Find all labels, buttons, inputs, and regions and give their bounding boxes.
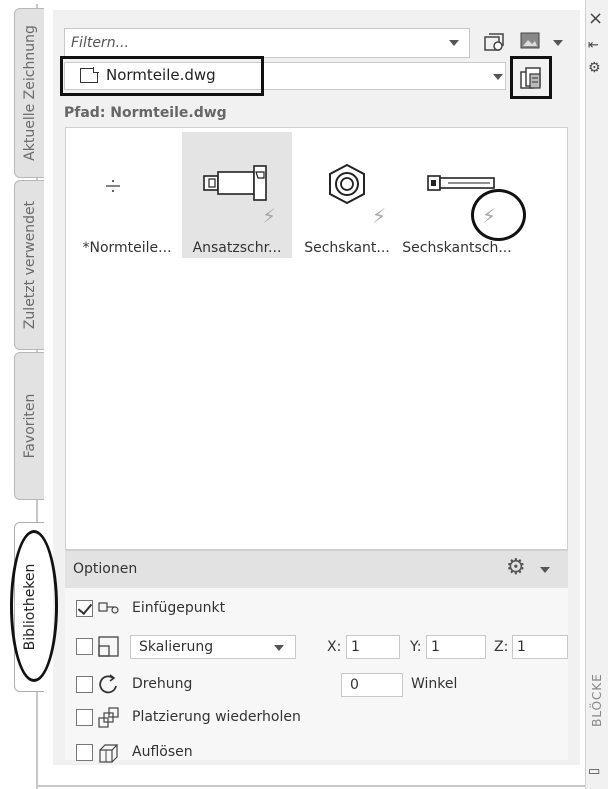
insertion-point-checkbox[interactable] xyxy=(76,600,93,617)
library-file-name: Normteile.dwg xyxy=(106,66,216,84)
rotation-angle-label: Winkel xyxy=(411,676,458,692)
explode-label: Auflösen xyxy=(132,744,193,760)
repeat-placement-icon xyxy=(98,707,119,728)
z-label: Z: xyxy=(494,639,509,655)
scale-select[interactable]: Skalierung xyxy=(130,635,296,659)
path-label: Pfad: Normteile.dwg xyxy=(64,105,227,121)
palette-title: BLÖCKE xyxy=(590,673,604,727)
rotation-angle-field[interactable]: 0 xyxy=(341,673,403,697)
scale-icon xyxy=(98,636,119,657)
properties-icon[interactable]: ⚙ xyxy=(588,60,601,76)
options-dropdown-arrow-icon[interactable] xyxy=(540,567,550,573)
browse-library-icon xyxy=(520,67,541,89)
option-explode: Auflösen xyxy=(76,742,276,764)
refresh-blocks-icon[interactable] xyxy=(483,30,507,54)
scale-dropdown-arrow-icon[interactable] xyxy=(274,645,284,651)
option-scale xyxy=(76,636,126,658)
x-scale-field[interactable]: 1 xyxy=(346,635,400,659)
gear-icon[interactable]: ⚙ xyxy=(506,555,526,580)
dynamic-block-icon: ⚡ xyxy=(262,204,277,228)
filter-placeholder: Filtern... xyxy=(71,35,129,51)
x-label: X: xyxy=(327,639,342,655)
block-label: *Normteile... xyxy=(82,240,172,256)
scale-checkbox[interactable] xyxy=(76,638,93,655)
explode-icon xyxy=(99,744,119,763)
tab-recently-used-label: Zuletzt verwendet xyxy=(21,200,38,330)
insertion-point-icon xyxy=(98,602,119,614)
option-repeat-placement: Platzierung wiederholen xyxy=(76,707,336,729)
browse-library-button[interactable] xyxy=(510,56,552,99)
tab-recently-used[interactable]: Zuletzt verwendet xyxy=(14,180,44,350)
auto-hide-icon[interactable]: ⇤ xyxy=(588,38,599,53)
tab-current-drawing[interactable]: Aktuelle Zeichnung xyxy=(14,8,44,178)
close-icon[interactable]: × xyxy=(588,8,603,29)
explode-checkbox[interactable] xyxy=(76,744,93,761)
options-header[interactable]: Optionen ⚙ xyxy=(65,550,568,588)
option-insertion-point: Einfügepunkt xyxy=(76,598,326,620)
option-rotation: Drehung xyxy=(76,674,276,696)
block-item-ansatzschraube[interactable]: ⚡ Ansatzschr... xyxy=(182,132,292,258)
thumbnail-view-icon[interactable] xyxy=(520,31,542,51)
block-label: Ansatzschr... xyxy=(192,240,282,256)
palette-frame-bottom xyxy=(36,785,586,787)
block-thumbnail xyxy=(82,168,174,202)
y-label: Y: xyxy=(410,639,422,655)
block-item-sechskantmutter[interactable]: ⚡ Sechskant... xyxy=(292,132,402,258)
rotation-label: Drehung xyxy=(132,676,193,692)
library-file-highlight: Normteile.dwg xyxy=(60,56,264,96)
tab-favorites-label: Favoriten xyxy=(21,393,38,459)
tab-current-drawing-label: Aktuelle Zeichnung xyxy=(21,25,38,161)
filter-input[interactable]: Filtern... xyxy=(64,28,470,58)
blocks-palette: Aktuelle Zeichnung Zuletzt verwendet Fav… xyxy=(0,0,608,789)
document-icon xyxy=(80,67,99,83)
block-item-normteile[interactable]: *Normteile... xyxy=(72,132,182,258)
blocks-palette-icon: ▭ xyxy=(588,764,601,779)
filter-dropdown-arrow-icon[interactable] xyxy=(449,40,459,46)
block-label: Sechskant... xyxy=(304,240,390,256)
z-scale-field[interactable]: 1 xyxy=(512,635,568,659)
palette-title-strip: × ⇤ ⚙ ▭ xyxy=(585,0,608,789)
rotation-icon xyxy=(99,674,117,694)
tab-favorites[interactable]: Favoriten xyxy=(14,352,44,500)
repeat-placement-label: Platzierung wiederholen xyxy=(132,709,301,725)
view-dropdown-arrow-icon[interactable] xyxy=(553,40,563,46)
options-title: Optionen xyxy=(73,561,138,577)
rotation-checkbox[interactable] xyxy=(76,676,93,693)
insertion-point-label: Einfügepunkt xyxy=(132,600,226,616)
dynamic-icon-highlight xyxy=(471,189,526,241)
y-scale-field[interactable]: 1 xyxy=(426,635,486,659)
library-dropdown-arrow-icon[interactable] xyxy=(493,74,503,80)
libraries-tab-highlight xyxy=(10,530,58,682)
scale-select-value: Skalierung xyxy=(139,639,214,655)
repeat-placement-checkbox[interactable] xyxy=(76,709,93,726)
block-label: Sechskantsch... xyxy=(402,240,512,256)
dynamic-block-icon: ⚡ xyxy=(372,204,387,228)
